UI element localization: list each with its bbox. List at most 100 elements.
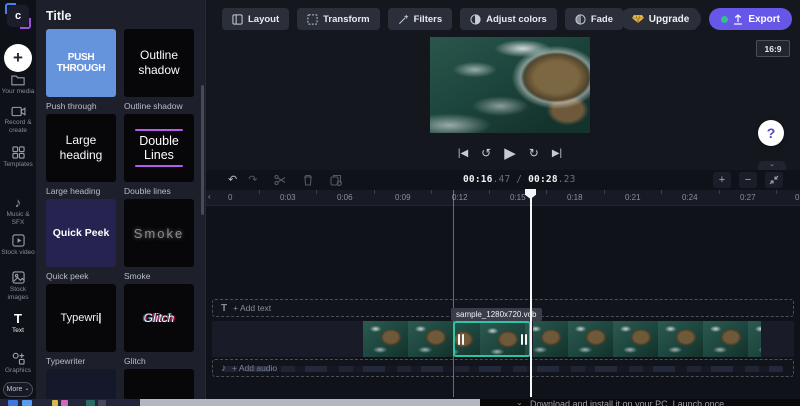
- editor-area: Layout Transform Filters Adjust colors F…: [206, 0, 800, 170]
- os-taskbar: ⌄ Download and install it on your PC. La…: [0, 399, 800, 406]
- tile-preview[interactable]: Glitch: [124, 284, 194, 352]
- sidebar-item-music-sfx[interactable]: ♪ Music & SFX: [0, 196, 36, 227]
- chevron-down-icon: ⌄: [769, 161, 775, 168]
- tile-outline-shadow[interactable]: Outline shadow Outline shadow: [124, 29, 194, 112]
- ruler-label: 0:18: [567, 193, 583, 202]
- jump-back-button[interactable]: ↺: [481, 146, 491, 160]
- jump-forward-button[interactable]: ↻: [529, 146, 539, 160]
- text-track-icon: T: [221, 302, 228, 314]
- tile-smoke[interactable]: Smoke Smoke: [124, 199, 194, 282]
- redo-button[interactable]: ↷: [248, 173, 257, 187]
- banner-text: Download and install it on your PC. Laun…: [530, 399, 725, 406]
- taskbar-icon[interactable]: [61, 400, 68, 406]
- add-audio-track[interactable]: ♪ + Add audio: [212, 359, 794, 377]
- split-button[interactable]: [274, 173, 286, 187]
- timeline-ruler[interactable]: ‹ 0 0:03 0:06 0:09 0:12 0:15 0:18 0:21 0…: [206, 190, 800, 206]
- tile-push-through[interactable]: PUSH THROUGH Push through: [46, 29, 116, 112]
- app-logo[interactable]: c: [5, 3, 31, 29]
- sidebar-item-your-media[interactable]: Your media: [0, 74, 36, 96]
- tile-preview[interactable]: PUSH THROUGH: [46, 29, 116, 97]
- tile-preview-text: Double Lines: [139, 133, 179, 162]
- scroll-left-icon[interactable]: ‹: [208, 192, 211, 201]
- playhead-line[interactable]: [530, 189, 532, 397]
- tile-preview-text: Large heading: [59, 133, 103, 162]
- taskbar-icon[interactable]: [86, 400, 95, 406]
- zoom-fit-button[interactable]: [765, 172, 783, 188]
- taskbar-window[interactable]: [140, 399, 480, 406]
- folder-icon: [11, 74, 25, 86]
- duplicate-button[interactable]: [330, 173, 343, 187]
- skip-start-button[interactable]: |◀: [458, 148, 468, 159]
- camera-icon: [11, 106, 26, 117]
- tile-preview[interactable]: Smoke: [124, 199, 194, 267]
- sidebar-item-record-create[interactable]: Record & create: [0, 106, 36, 135]
- taskbar-icon[interactable]: [8, 400, 18, 406]
- upgrade-label: Upgrade: [648, 13, 690, 25]
- video-clip-right[interactable]: [533, 321, 761, 357]
- panel-scrollbar[interactable]: [201, 85, 204, 215]
- download-banner[interactable]: ⌄ Download and install it on your PC. La…: [480, 399, 800, 406]
- transform-button[interactable]: Transform: [297, 8, 380, 30]
- tile-glitch[interactable]: Glitch Glitch: [124, 284, 194, 367]
- tile-quick-peek[interactable]: Quick Peek Quick peek: [46, 199, 116, 282]
- chevron-down-icon: ⌄: [516, 399, 523, 406]
- video-clip-left[interactable]: [363, 321, 453, 357]
- tile-double-lines[interactable]: Double Lines Double lines: [124, 114, 194, 197]
- export-button[interactable]: Export: [709, 8, 792, 30]
- sidebar-item-graphics[interactable]: Graphics: [0, 352, 36, 375]
- sidebar-item-text[interactable]: T Text: [0, 312, 36, 335]
- double-line-bottom: [135, 165, 183, 168]
- more-button[interactable]: More ⌄: [3, 382, 33, 397]
- tile-label: Outline shadow: [124, 101, 183, 111]
- sidebar-item-stock-images[interactable]: Stock images: [0, 271, 36, 302]
- ruler-label: 0:06: [337, 193, 353, 202]
- aspect-ratio-badge[interactable]: 16:9: [756, 40, 790, 57]
- taskbar-icon[interactable]: [98, 400, 106, 406]
- tile-preview[interactable]: Quick Peek: [46, 199, 116, 267]
- upgrade-button[interactable]: Upgrade: [619, 8, 702, 30]
- tile-label: Push through: [46, 101, 97, 111]
- sidebar-item-label: Music & SFX: [6, 211, 30, 227]
- help-button[interactable]: ?: [758, 120, 784, 146]
- trim-handle-left[interactable]: [457, 331, 464, 347]
- taskbar-icons[interactable]: [0, 399, 140, 406]
- filters-button[interactable]: Filters: [387, 8, 453, 30]
- sidebar-item-label: Stock video: [1, 249, 35, 256]
- skip-end-button[interactable]: ▶|: [552, 148, 562, 159]
- taskbar-icon[interactable]: [52, 400, 58, 406]
- video-track[interactable]: [212, 321, 794, 357]
- tile-preview[interactable]: Large heading: [46, 114, 116, 182]
- taskbar-icon[interactable]: [22, 400, 32, 406]
- time-display: 00:16.47 / 00:28.23: [463, 174, 576, 185]
- layout-button[interactable]: Layout: [222, 8, 290, 30]
- trim-handle-right[interactable]: [520, 331, 527, 347]
- preview-video[interactable]: [430, 37, 590, 133]
- undo-button[interactable]: ↶: [228, 173, 237, 187]
- chevron-down-icon: ⌄: [24, 386, 30, 392]
- add-media-button[interactable]: +: [4, 44, 32, 72]
- tile-large-heading[interactable]: Large heading Large heading: [46, 114, 116, 197]
- zoom-in-button[interactable]: +: [713, 172, 731, 188]
- export-label: Export: [748, 13, 780, 25]
- tile-typewriter[interactable]: Typewri| Typewriter: [46, 284, 116, 367]
- ruler-label: 0:15: [510, 193, 526, 202]
- app-sidebar: c + Your media Record & create Templates…: [0, 0, 36, 406]
- audio-waveform: [223, 366, 783, 372]
- zoom-out-button[interactable]: −: [739, 172, 757, 188]
- double-line-top: [135, 128, 183, 131]
- delete-button[interactable]: [303, 173, 313, 187]
- collapse-preview-tab[interactable]: ⌄: [758, 161, 786, 170]
- tile-preview[interactable]: Typewri|: [46, 284, 116, 352]
- ruler-label: 0:27: [740, 193, 756, 202]
- sidebar-item-stock-video[interactable]: Stock video: [0, 234, 36, 257]
- adjust-colors-button[interactable]: Adjust colors: [460, 8, 557, 30]
- fade-button[interactable]: Fade: [564, 8, 624, 30]
- video-clip-selected[interactable]: [453, 321, 531, 357]
- sidebar-item-templates[interactable]: Templates: [0, 146, 36, 169]
- scissors-icon: [274, 174, 286, 186]
- sidebar-item-label: Graphics: [4, 367, 31, 374]
- contrast-icon: [470, 13, 481, 25]
- play-button[interactable]: ▶: [504, 144, 516, 162]
- tile-preview[interactable]: Outline shadow: [124, 29, 194, 97]
- tile-preview[interactable]: Double Lines: [124, 114, 194, 182]
